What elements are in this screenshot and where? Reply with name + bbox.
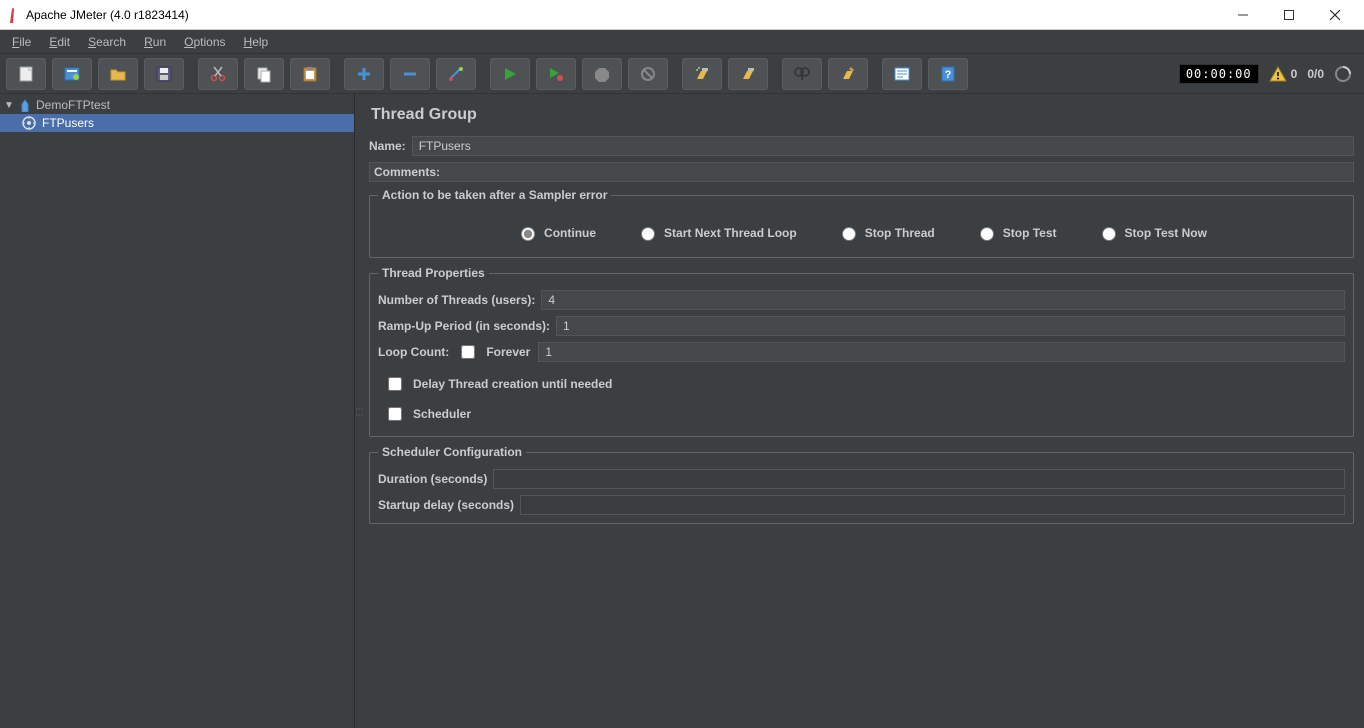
- clear-all-button[interactable]: [728, 58, 768, 90]
- stop-button[interactable]: [582, 58, 622, 90]
- window-controls: [1220, 0, 1358, 30]
- scheduler-checkbox[interactable]: [388, 407, 402, 421]
- loop-row: Loop Count: Forever: [378, 342, 1345, 362]
- radio-stop-test[interactable]: Stop Test: [975, 224, 1057, 241]
- radio-next-loop-input[interactable]: [641, 227, 655, 241]
- num-threads-input[interactable]: [541, 290, 1345, 310]
- tree-child-ftpusers[interactable]: FTPusers: [0, 114, 354, 132]
- maximize-button[interactable]: [1266, 0, 1312, 30]
- open-button[interactable]: [98, 58, 138, 90]
- menu-run[interactable]: Run: [136, 32, 174, 52]
- duration-row: Duration (seconds): [378, 469, 1345, 489]
- panel-heading: Thread Group: [371, 106, 1354, 124]
- timer-display: 00:00:00: [1179, 64, 1259, 84]
- sampler-error-legend: Action to be taken after a Sampler error: [378, 188, 611, 202]
- delay-checkbox[interactable]: [388, 377, 402, 391]
- app-icon: [6, 6, 20, 24]
- tree-root[interactable]: ▼ DemoFTPtest: [0, 96, 354, 114]
- loop-count-input[interactable]: [538, 342, 1345, 362]
- paste-button[interactable]: [290, 58, 330, 90]
- tree-root-label: DemoFTPtest: [36, 98, 110, 112]
- tree-expand-icon[interactable]: ▼: [4, 100, 14, 111]
- radio-stop-now[interactable]: Stop Test Now: [1097, 224, 1207, 241]
- loop-label: Loop Count:: [378, 345, 449, 359]
- scheduler-config-group: Scheduler Configuration Duration (second…: [369, 445, 1354, 524]
- start-no-pause-button[interactable]: [536, 58, 576, 90]
- startup-label: Startup delay (seconds): [378, 498, 514, 512]
- test-plan-tree[interactable]: ▼ DemoFTPtest FTPusers: [0, 94, 355, 728]
- window-title: Apache JMeter (4.0 r1823414): [26, 8, 1220, 22]
- comments-row[interactable]: Comments:: [369, 162, 1354, 182]
- start-button[interactable]: [490, 58, 530, 90]
- save-button[interactable]: [144, 58, 184, 90]
- new-button[interactable]: [6, 58, 46, 90]
- shutdown-button[interactable]: [628, 58, 668, 90]
- menubar: File Edit Search Run Options Help: [0, 30, 1364, 54]
- name-label: Name:: [369, 139, 406, 153]
- svg-text:?: ?: [945, 69, 952, 81]
- thread-props-legend: Thread Properties: [378, 266, 489, 280]
- main-split: ▼ DemoFTPtest FTPusers ⋮⋮ Thread Group N…: [0, 94, 1364, 728]
- split-resizer[interactable]: ⋮⋮: [355, 94, 363, 728]
- minimize-button[interactable]: [1220, 0, 1266, 30]
- copy-button[interactable]: [244, 58, 284, 90]
- running-indicator-icon: [1334, 65, 1352, 83]
- editor-panel: Thread Group Name: Comments: Action to b…: [363, 94, 1364, 728]
- forever-checkbox[interactable]: [461, 345, 475, 359]
- radio-stop-now-input[interactable]: [1102, 227, 1116, 241]
- toolbar-status: 00:00:00 0 0/0: [1179, 64, 1358, 84]
- radio-continue[interactable]: Continue: [516, 224, 596, 241]
- thread-count: 0/0: [1307, 67, 1324, 81]
- radio-stop-thread[interactable]: Stop Thread: [837, 224, 935, 241]
- warning-indicator[interactable]: 0: [1269, 66, 1298, 82]
- ramp-row: Ramp-Up Period (in seconds):: [378, 316, 1345, 336]
- templates-button[interactable]: [52, 58, 92, 90]
- menu-file[interactable]: File: [4, 32, 39, 52]
- collapse-button[interactable]: [390, 58, 430, 90]
- function-helper-button[interactable]: [882, 58, 922, 90]
- scheduler-legend: Scheduler Configuration: [378, 445, 526, 459]
- menu-edit[interactable]: Edit: [41, 32, 78, 52]
- name-input[interactable]: [412, 136, 1354, 156]
- threadgroup-icon: [22, 116, 36, 130]
- cut-button[interactable]: [198, 58, 238, 90]
- delay-checkbox-wrap[interactable]: Delay Thread creation until needed: [384, 374, 1345, 394]
- ramp-input[interactable]: [556, 316, 1345, 336]
- toolbar: ? 00:00:00 0 0/0: [0, 54, 1364, 94]
- duration-input[interactable]: [493, 469, 1345, 489]
- name-row: Name:: [369, 136, 1354, 156]
- app-window: Apache JMeter (4.0 r1823414) File Edit S…: [0, 0, 1364, 728]
- radio-next-loop[interactable]: Start Next Thread Loop: [636, 224, 797, 241]
- expand-button[interactable]: [344, 58, 384, 90]
- startup-input[interactable]: [520, 495, 1345, 515]
- tree-child-label: FTPusers: [40, 116, 96, 130]
- menu-search[interactable]: Search: [80, 32, 134, 52]
- ramp-label: Ramp-Up Period (in seconds):: [378, 319, 550, 333]
- radio-stop-thread-input[interactable]: [842, 227, 856, 241]
- search-tree-button[interactable]: [782, 58, 822, 90]
- scheduler-checkbox-wrap[interactable]: Scheduler: [384, 404, 1345, 424]
- reset-search-button[interactable]: [828, 58, 868, 90]
- startup-row: Startup delay (seconds): [378, 495, 1345, 515]
- duration-label: Duration (seconds): [378, 472, 487, 486]
- thread-properties-group: Thread Properties Number of Threads (use…: [369, 266, 1354, 437]
- forever-checkbox-wrap[interactable]: Forever: [457, 342, 530, 362]
- menu-options[interactable]: Options: [176, 32, 233, 52]
- num-threads-label: Number of Threads (users):: [378, 293, 535, 307]
- radio-continue-input[interactable]: [521, 227, 535, 241]
- warning-count: 0: [1291, 67, 1298, 81]
- help-button[interactable]: ?: [928, 58, 968, 90]
- toggle-button[interactable]: [436, 58, 476, 90]
- sampler-error-group: Action to be taken after a Sampler error…: [369, 188, 1354, 258]
- close-button[interactable]: [1312, 0, 1358, 30]
- titlebar: Apache JMeter (4.0 r1823414): [0, 0, 1364, 30]
- comments-label: Comments:: [374, 165, 440, 179]
- num-threads-row: Number of Threads (users):: [378, 290, 1345, 310]
- menu-help[interactable]: Help: [236, 32, 277, 52]
- testplan-icon: [18, 98, 32, 112]
- radio-stop-test-input[interactable]: [980, 227, 994, 241]
- warning-icon: [1269, 66, 1287, 82]
- clear-button[interactable]: [682, 58, 722, 90]
